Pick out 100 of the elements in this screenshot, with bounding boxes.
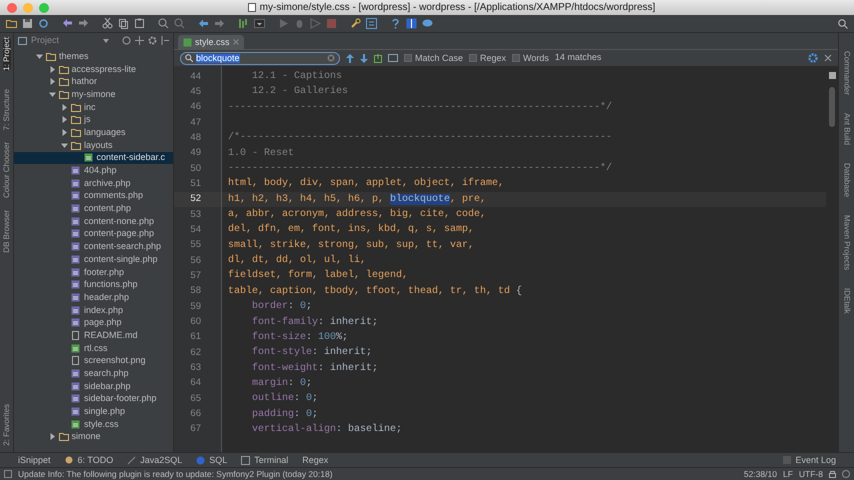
tool-window-tab[interactable]: Colour Chooser	[2, 142, 10, 198]
clear-icon[interactable]	[327, 54, 335, 62]
up-arrow-icon[interactable]	[346, 54, 354, 62]
php-file-icon	[71, 242, 81, 252]
tool-window-tab[interactable]: IDEtalk	[842, 288, 850, 314]
zoom-out-icon[interactable]	[174, 18, 185, 29]
tool-window-tab[interactable]: Ant Build	[842, 113, 850, 146]
paste-icon[interactable]	[134, 18, 145, 29]
tool-window-tab[interactable]: 1: Project	[2, 37, 10, 71]
tree-item[interactable]: search.php	[14, 367, 173, 380]
tree-item[interactable]: content-sidebar.c	[14, 152, 173, 164]
caret-position[interactable]: 52:38/10	[744, 468, 777, 480]
tree-item[interactable]: footer.php	[14, 266, 173, 278]
tree-item[interactable]: accesspress-lite	[14, 62, 173, 76]
tree-item[interactable]: archive.php	[14, 176, 173, 190]
expanded-arrow-icon[interactable]	[36, 52, 43, 60]
tree-item[interactable]: content-search.php	[14, 240, 173, 253]
tool-window-tab[interactable]: Maven Projects	[842, 215, 850, 270]
tree-item[interactable]: inc	[14, 100, 173, 114]
tree-item[interactable]: comments.php	[14, 190, 173, 202]
tree-item[interactable]: 404.php	[14, 164, 173, 177]
panel-title[interactable]: Project	[31, 34, 60, 48]
close-icon[interactable]	[824, 54, 832, 62]
code-line: --------------------------------------------------------------*/	[227, 162, 614, 176]
tree-item[interactable]: README.md	[14, 329, 173, 342]
settings-icon[interactable]	[808, 53, 818, 63]
plus-icon[interactable]	[135, 36, 144, 45]
file-encoding[interactable]: UTF-8	[798, 468, 823, 480]
expanded-arrow-icon[interactable]	[61, 142, 68, 149]
close-icon[interactable]	[232, 39, 239, 45]
tree-item[interactable]: hathor	[14, 75, 173, 88]
tree-item[interactable]: my-simone	[14, 88, 173, 101]
tree-item[interactable]: single.php	[14, 405, 173, 418]
tool-window-tab[interactable]: iSnippet	[18, 456, 51, 464]
collapsed-arrow-icon[interactable]	[48, 433, 56, 440]
undo-icon[interactable]	[62, 18, 73, 29]
tree-item[interactable]: themes	[14, 50, 173, 63]
tree-item[interactable]: content-single.php	[14, 253, 173, 266]
gear-icon[interactable]	[148, 36, 157, 45]
tool-window-tab[interactable]: Database	[842, 163, 850, 198]
tool-window-tab[interactable]: Terminal	[241, 456, 288, 464]
scrollbar-thumb[interactable]	[829, 87, 835, 127]
copy-icon[interactable]	[118, 18, 129, 29]
tool-window-tab[interactable]: Commander	[842, 51, 850, 96]
tree-item[interactable]: content-page.php	[14, 228, 173, 240]
search-icon[interactable]	[838, 18, 848, 28]
tool-window-tab[interactable]: SQL	[196, 456, 228, 464]
option-checkbox[interactable]: Words	[512, 54, 549, 62]
zoom-in-icon[interactable]	[158, 18, 169, 29]
tool-window-tab[interactable]: 7: Structure	[2, 88, 10, 130]
tool-window-tab[interactable]: DB Browser	[2, 210, 10, 253]
code-line: fieldset, form, label, legend,	[227, 268, 410, 284]
status-message: Update Info: The following plugin is ready to update: Symfony2 Plugin (today 20:18)	[18, 468, 333, 480]
editor-tab[interactable]: style.css	[178, 35, 244, 49]
tool-window-tab[interactable]: 2: Favorites	[2, 404, 10, 446]
tree-item[interactable]: rtl.css	[14, 342, 173, 354]
folder-icon[interactable]	[6, 18, 17, 29]
tree-item[interactable]: page.php	[14, 316, 173, 330]
tree-item[interactable]: sidebar.php	[14, 380, 173, 393]
lock-icon[interactable]	[829, 470, 836, 478]
tree-item[interactable]: style.css	[14, 418, 173, 431]
event-log-tab[interactable]: Event Log	[783, 456, 836, 464]
tool-window-tab[interactable]: 6: TODO	[64, 456, 114, 464]
line-separator[interactable]: LF	[782, 468, 793, 480]
tree-item[interactable]: functions.php	[14, 278, 173, 292]
tree-item[interactable]: languages	[14, 126, 173, 139]
code-line: outline: 0;	[251, 392, 320, 406]
tree-item[interactable]: content.php	[14, 202, 173, 215]
tool-window-tab[interactable]: Java2SQL	[127, 456, 182, 464]
help-icon[interactable]	[390, 18, 401, 29]
expanded-arrow-icon[interactable]	[48, 90, 56, 98]
code-line: font-family: inherit;	[251, 316, 380, 330]
close-window-button[interactable]	[7, 2, 17, 12]
layout-icon[interactable]	[406, 18, 417, 29]
line-number: 53	[189, 208, 202, 222]
tool-window-tab[interactable]: Regex	[302, 456, 328, 464]
option-checkbox[interactable]: Regex	[469, 54, 506, 62]
tree-item[interactable]: index.php	[14, 304, 173, 316]
tree-item[interactable]: content-none.php	[14, 214, 173, 228]
forward-arrow-icon[interactable]	[214, 18, 225, 29]
tree-item[interactable]: sidebar-footer.php	[14, 392, 173, 406]
line-number: 66	[189, 407, 202, 422]
tree-item[interactable]: header.php	[14, 291, 173, 304]
hide-panel-icon[interactable]	[161, 36, 169, 45]
line-number: 59	[189, 300, 202, 314]
redo-icon[interactable]	[78, 18, 89, 29]
export-icon[interactable]	[374, 54, 382, 62]
tree-item[interactable]: js	[14, 113, 173, 126]
search-field[interactable]: blockquote	[180, 52, 340, 64]
down-arrow-icon[interactable]	[360, 54, 368, 62]
run-config-dropdown-icon[interactable]	[254, 18, 265, 29]
option-checkbox[interactable]: Match Case	[404, 54, 464, 62]
back-arrow-icon[interactable]	[198, 18, 209, 29]
save-icon[interactable]	[22, 18, 33, 29]
tree-item[interactable]: layouts	[14, 138, 173, 152]
dropdown-caret-icon[interactable]	[103, 38, 110, 42]
cut-icon[interactable]	[102, 18, 113, 29]
tree-item[interactable]: screenshot.png	[14, 354, 173, 368]
structure-icon[interactable]	[366, 18, 377, 29]
tree-item[interactable]: simone	[14, 430, 173, 444]
